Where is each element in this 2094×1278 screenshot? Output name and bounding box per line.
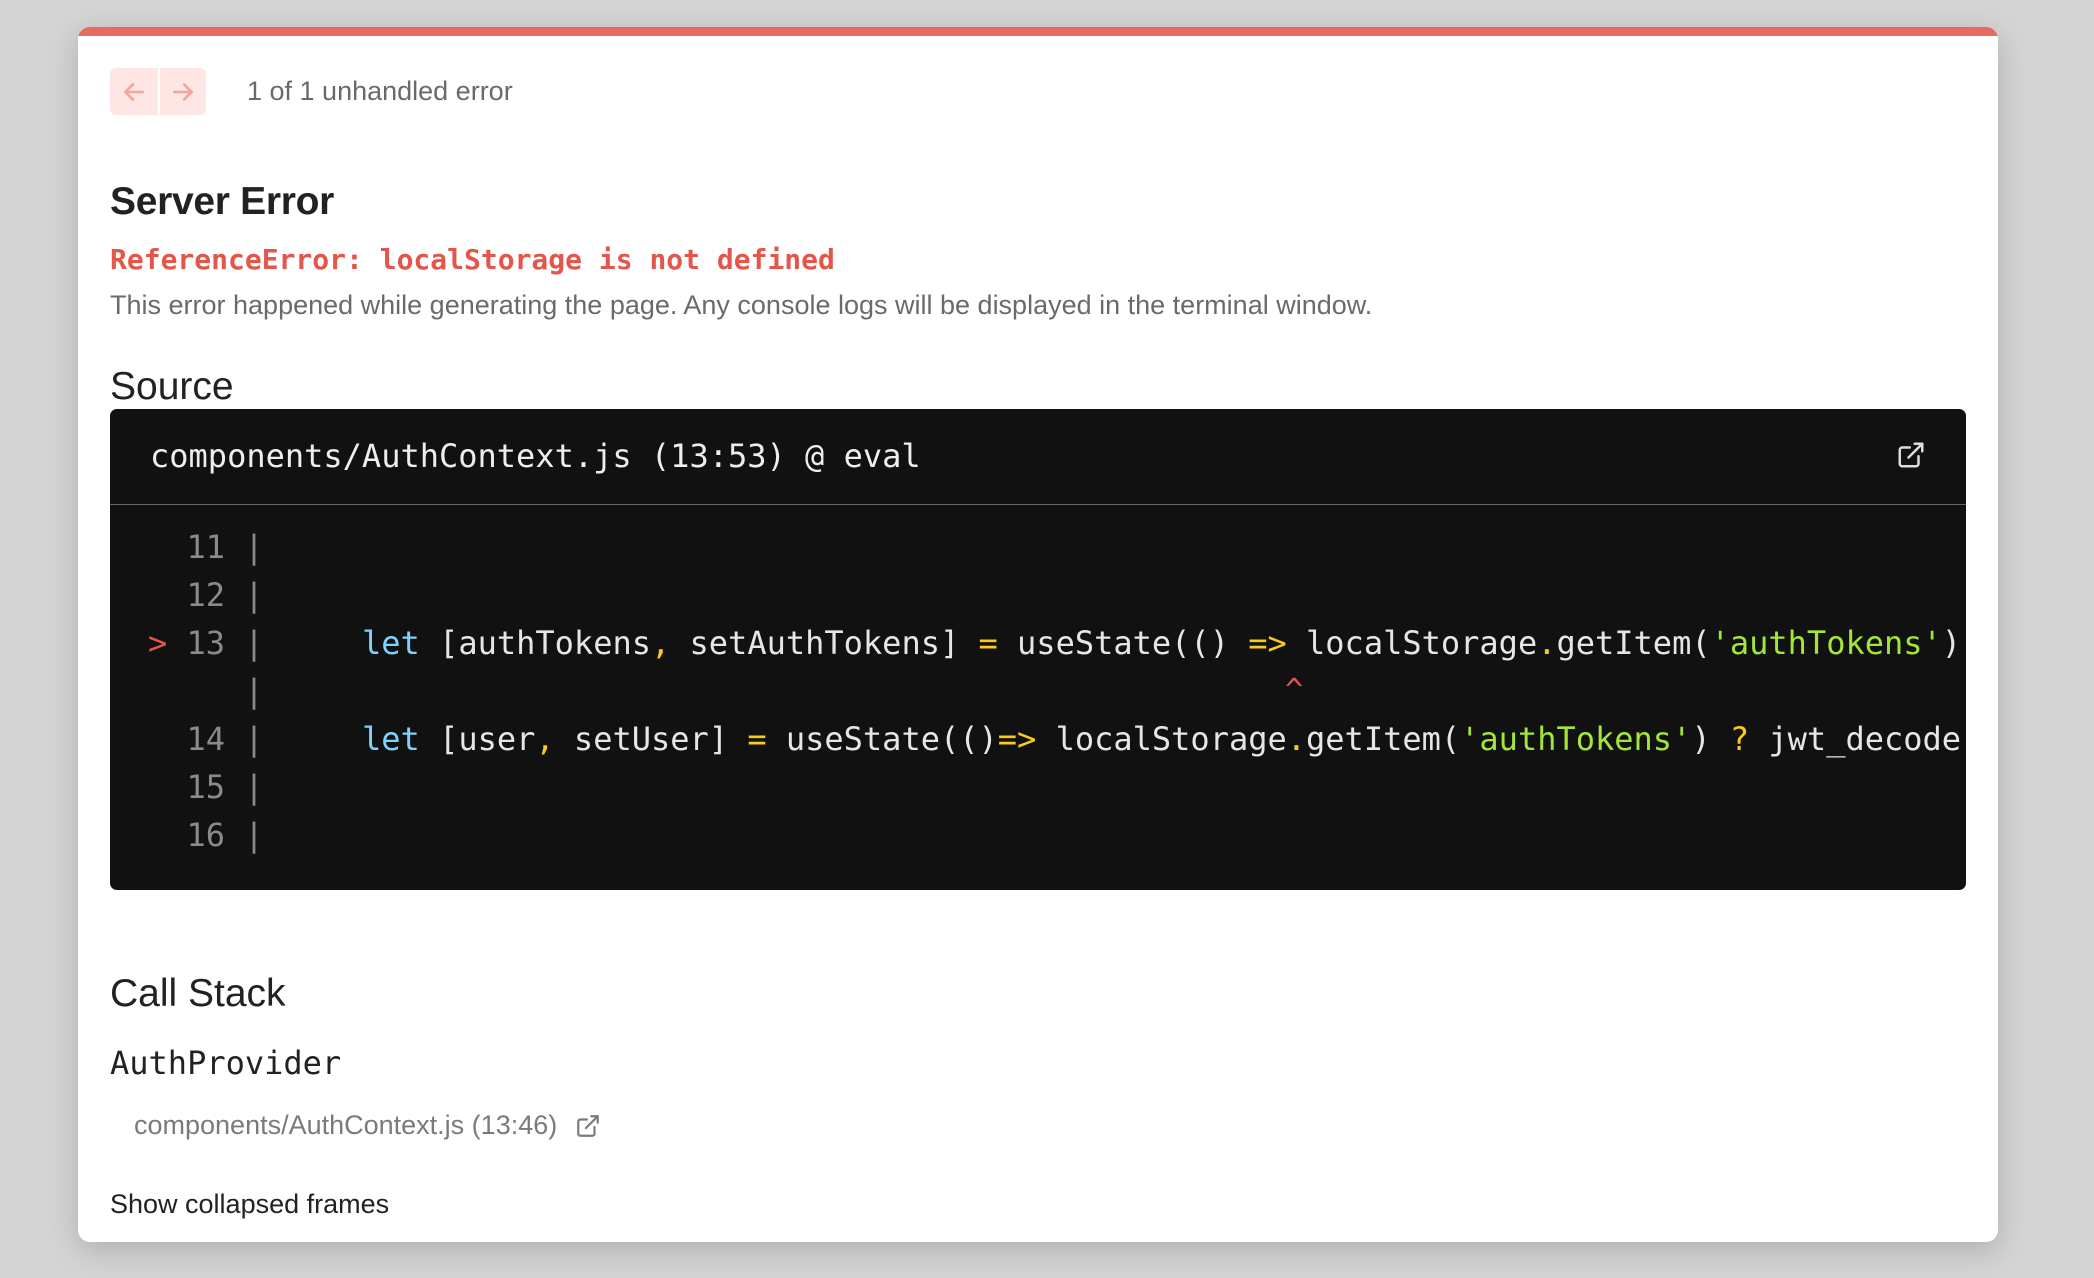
external-link-icon — [1898, 442, 1924, 467]
source-heading: Source — [110, 365, 234, 408]
error-message: ReferenceError: localStorage is not defi… — [110, 243, 835, 276]
error-overlay: 1 of 1 unhandled error Server Error Refe… — [78, 27, 1998, 1242]
code-token: useState(() — [766, 720, 998, 758]
source-code-frame: components/AuthContext.js (13:53) @ eval… — [110, 409, 1966, 890]
code-token: = — [747, 720, 767, 758]
code-token: 'authTokens' — [1710, 624, 1942, 662]
code-token: ? — [1729, 720, 1750, 758]
line-number: 12 | — [148, 576, 264, 614]
arrow-left-icon — [124, 82, 144, 101]
code-line-caret: | ^ — [110, 667, 1966, 715]
code-lines: 11 | 12 | > 13 | let [authTokens, setAut… — [110, 523, 1966, 859]
code-token: 'authTokens' — [1460, 720, 1692, 758]
code-token: ) — [1691, 720, 1730, 758]
code-token: useState(() — [997, 624, 1249, 662]
code-token: [authTokens — [419, 624, 651, 662]
open-in-editor-button[interactable] — [1894, 439, 1928, 473]
line-number: | — [148, 672, 264, 710]
error-description: This error happened while generating the… — [110, 290, 1373, 320]
code-token: => — [1248, 624, 1287, 662]
error-title: Server Error — [110, 180, 335, 223]
next-error-button[interactable] — [158, 68, 206, 115]
code-text: let [user, setUser] = useState(()=> loca… — [362, 715, 1961, 763]
error-pagination: 1 of 1 unhandled error — [110, 68, 513, 115]
code-token: getItem( — [1556, 624, 1711, 662]
line-number: > 13 | — [148, 619, 264, 667]
code-line: 16 | — [110, 811, 1966, 859]
code-token: setUser] — [554, 720, 748, 758]
arrow-right-icon — [173, 82, 193, 101]
code-token: localStorage — [1286, 624, 1538, 662]
code-token: setAuthTokens] — [670, 624, 979, 662]
show-collapsed-frames-button[interactable]: Show collapsed frames — [110, 1189, 389, 1220]
stack-frame-location-link[interactable]: components/AuthContext.js (13:46) — [134, 1110, 601, 1141]
line-number: 11 | — [148, 528, 264, 566]
code-frame-header: components/AuthContext.js (13:53) @ eval — [110, 409, 1966, 505]
code-token: let — [362, 720, 420, 758]
code-token: = — [978, 624, 998, 662]
code-token: localStorage — [1036, 720, 1287, 758]
line-number: 14 | — [148, 720, 264, 758]
code-token: . — [1286, 720, 1307, 758]
call-stack-heading: Call Stack — [110, 972, 286, 1015]
code-token: => — [997, 720, 1037, 758]
code-line: 15 | — [110, 763, 1966, 811]
line-number: 15 | — [148, 768, 264, 806]
error-line-marker: > — [148, 624, 168, 662]
previous-error-button[interactable] — [110, 68, 158, 115]
code-token: ) — [1941, 624, 1962, 662]
code-line: 12 | — [110, 571, 1966, 619]
code-token: getItem( — [1306, 720, 1461, 758]
code-text: let [authTokens, setAuthTokens] = useSta… — [362, 619, 1961, 667]
code-token: . — [1537, 624, 1557, 662]
nav-button-group — [110, 68, 206, 115]
code-line-highlighted: > 13 | let [authTokens, setAuthTokens] =… — [110, 619, 1966, 667]
source-file-reference: components/AuthContext.js (13:53) @ eval — [150, 437, 921, 475]
code-token: , — [535, 720, 555, 758]
error-count-label: 1 of 1 unhandled error — [247, 76, 513, 106]
code-token: , — [650, 624, 671, 662]
code-token: jwt_decode — [1749, 720, 1962, 758]
code-line: 14 | let [user, setUser] = useState(()=>… — [110, 715, 1966, 763]
line-number-13: 13 | — [167, 624, 264, 662]
stack-frame-function: AuthProvider — [110, 1044, 342, 1082]
code-line: 11 | — [110, 523, 1966, 571]
external-link-icon — [577, 1114, 600, 1137]
line-number: 16 | — [148, 816, 264, 854]
code-token: let — [362, 624, 420, 662]
error-accent-bar — [78, 27, 1998, 36]
code-token: [user — [419, 720, 536, 758]
error-column-caret: ^ — [1285, 673, 1304, 708]
stack-frame-location: components/AuthContext.js (13:46) — [134, 1110, 558, 1140]
